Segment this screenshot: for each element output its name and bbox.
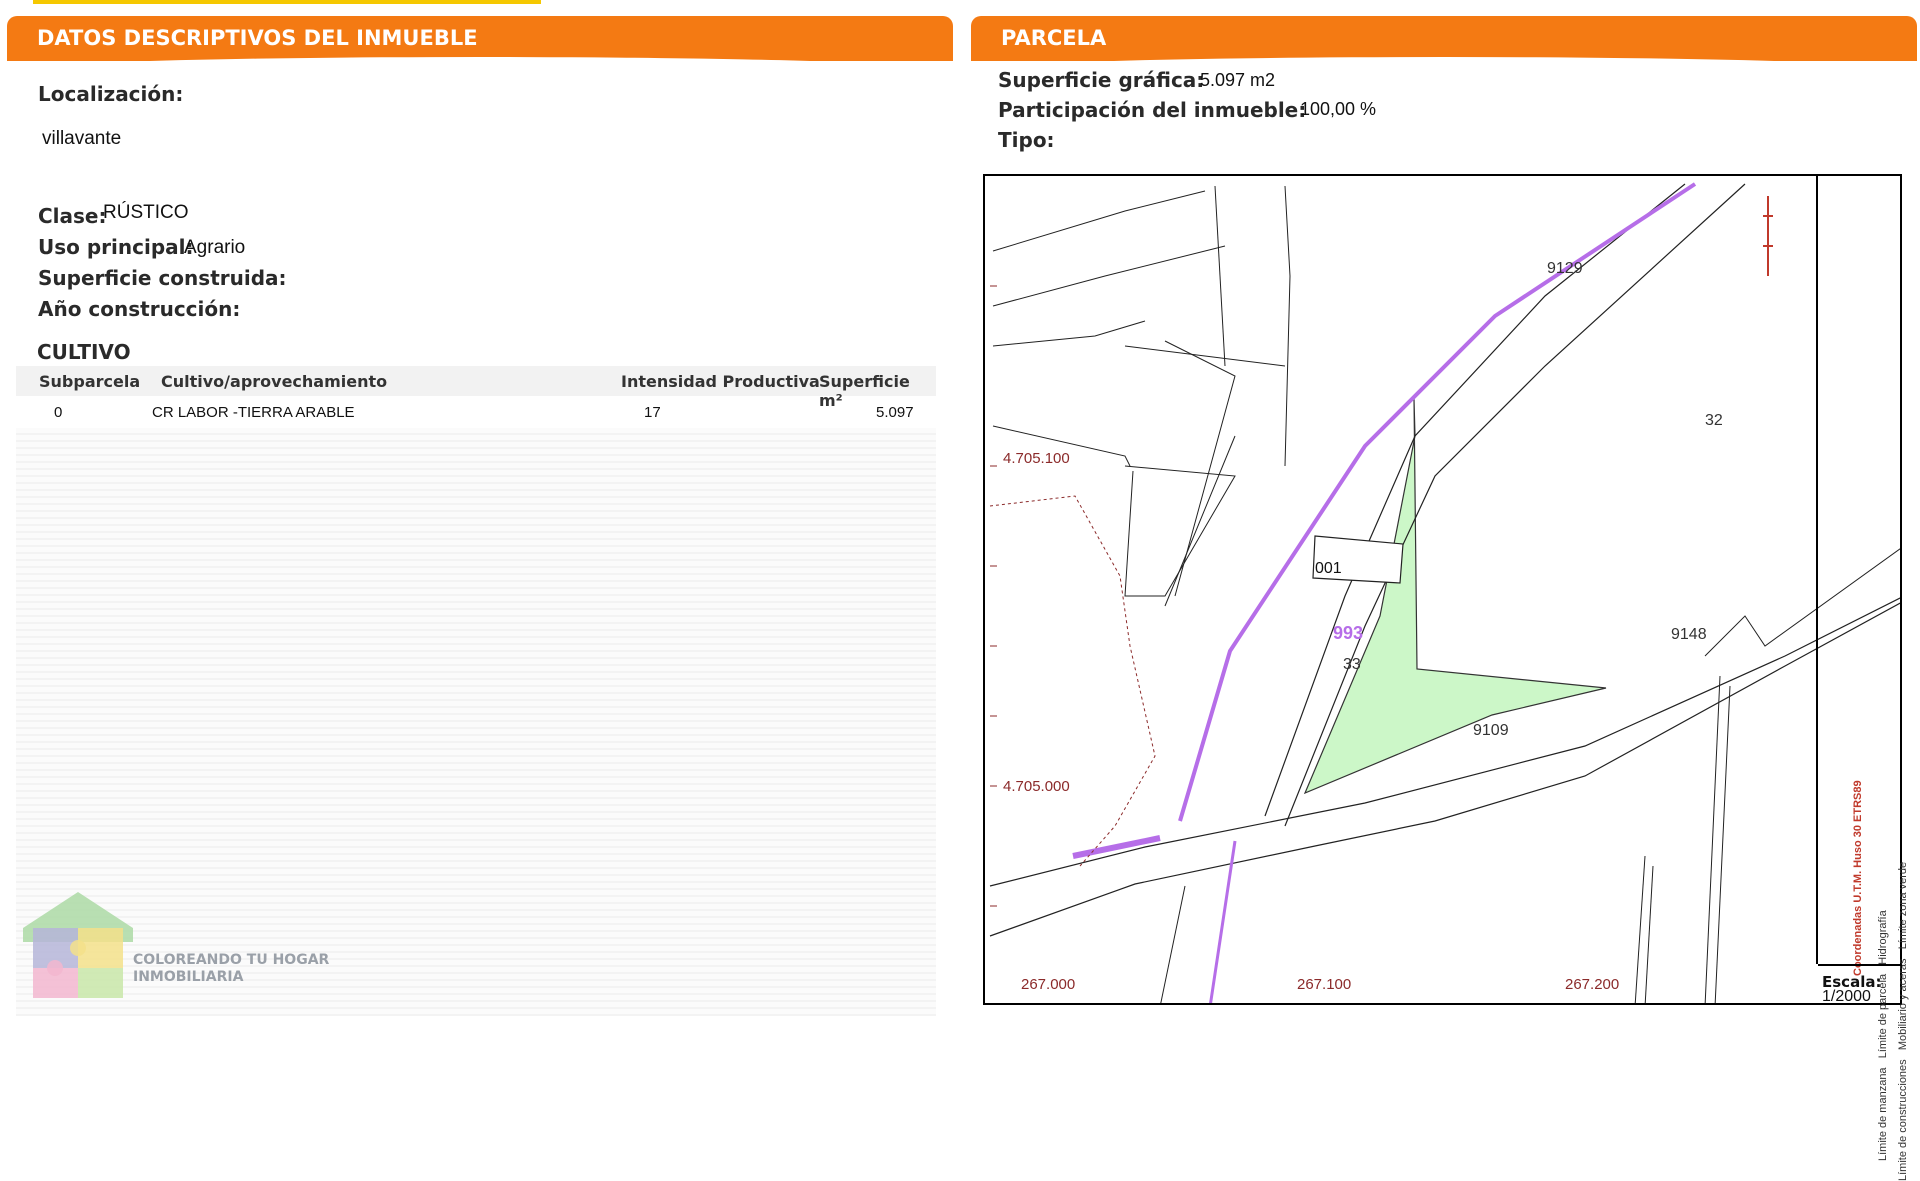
uso-principal-label: Uso principal: xyxy=(38,235,194,259)
superficie-grafica-value: 5.097 m2 xyxy=(1200,70,1276,90)
table-row: 0 CR LABOR -TIERRA ARABLE 17 5.097 xyxy=(16,398,936,426)
participacion-value: 100,00 % xyxy=(1300,99,1377,119)
legend-item: Mobiliario y aceras xyxy=(1897,958,1909,1051)
legend-item: Límite zona verde xyxy=(1897,861,1909,950)
x-coord-label: 267.100 xyxy=(1297,976,1352,993)
parcel-label: 9109 xyxy=(1473,722,1509,739)
datos-descriptivos-header: DATOS DESCRIPTIVOS DEL INMUEBLE xyxy=(7,16,953,71)
legend-item: Límite de construcciones xyxy=(1897,1059,1909,1181)
y-coord-label: 4.705.100 xyxy=(1003,450,1070,467)
building-label: 001 xyxy=(1315,560,1342,577)
cell-superficie: 5.097 xyxy=(876,404,914,421)
parcel-label: 33 xyxy=(1343,656,1361,673)
parcel-number: 993 xyxy=(1333,623,1364,643)
superficie-grafica-label: Superficie gráfica: xyxy=(998,68,1205,92)
superficie-construida-label: Superficie construida: xyxy=(38,266,287,290)
localizacion-label: Localización: xyxy=(38,82,184,106)
x-coord-label: 267.000 xyxy=(1021,976,1076,993)
parcel-label: 32 xyxy=(1705,412,1723,429)
header-title: DATOS DESCRIPTIVOS DEL INMUEBLE xyxy=(37,26,478,50)
cadastral-map[interactable]: 9129 32 001 993 33 9148 9109 4.705.100 4… xyxy=(983,174,1902,1005)
cell-intensidad: 17 xyxy=(644,404,661,421)
clase-label: Clase: xyxy=(38,204,107,228)
coord-system-label: Coordenadas U.T.M. Huso 30 ETRS89 xyxy=(1852,780,1864,976)
col-subparcela: Subparcela xyxy=(39,372,141,391)
legend-item: Límite de manzana xyxy=(1877,1067,1889,1161)
uso-principal-value: Agrario xyxy=(184,237,246,258)
anio-construccion-label: Año construcción: xyxy=(38,297,241,321)
col-cultivo: Cultivo/aprovechamiento xyxy=(161,372,388,391)
logo-text: COLOREANDO TU HOGAR INMOBILIARIA xyxy=(133,952,329,986)
logo-line2: INMOBILIARIA xyxy=(133,969,244,985)
map-drawing xyxy=(989,182,1900,1003)
parcela-header: PARCELA xyxy=(971,16,1917,71)
cultivo-table-header: Subparcela Cultivo/aprovechamiento Inten… xyxy=(16,366,936,410)
map-legend: Límite de manzana Límite de parcela Hidr… xyxy=(1818,180,1909,1181)
top-accent-bar xyxy=(33,0,541,4)
cell-subparcela: 0 xyxy=(54,404,63,421)
escala-value: 1/2000 xyxy=(1822,988,1871,1005)
logo-line1: COLOREANDO TU HOGAR xyxy=(133,952,330,968)
parcel-label: 9129 xyxy=(1547,260,1583,277)
col-intensidad: Intensidad Productiva xyxy=(621,372,820,391)
localizacion-value: villavante xyxy=(42,128,122,149)
y-coord-label: 4.705.000 xyxy=(1003,778,1070,795)
tipo-label: Tipo: xyxy=(998,128,1055,152)
cultivo-title: CULTIVO xyxy=(37,340,131,364)
legend-separator xyxy=(1818,964,1902,966)
parcel-label: 9148 xyxy=(1671,626,1707,643)
legend-item: Hidrografía xyxy=(1877,910,1889,965)
cell-cultivo: CR LABOR -TIERRA ARABLE xyxy=(152,404,355,421)
participacion-label: Participación del inmueble: xyxy=(998,98,1307,122)
x-coord-label: 267.200 xyxy=(1565,976,1620,993)
clase-value: RÚSTICO xyxy=(103,202,189,223)
header-title: PARCELA xyxy=(1001,26,1107,50)
